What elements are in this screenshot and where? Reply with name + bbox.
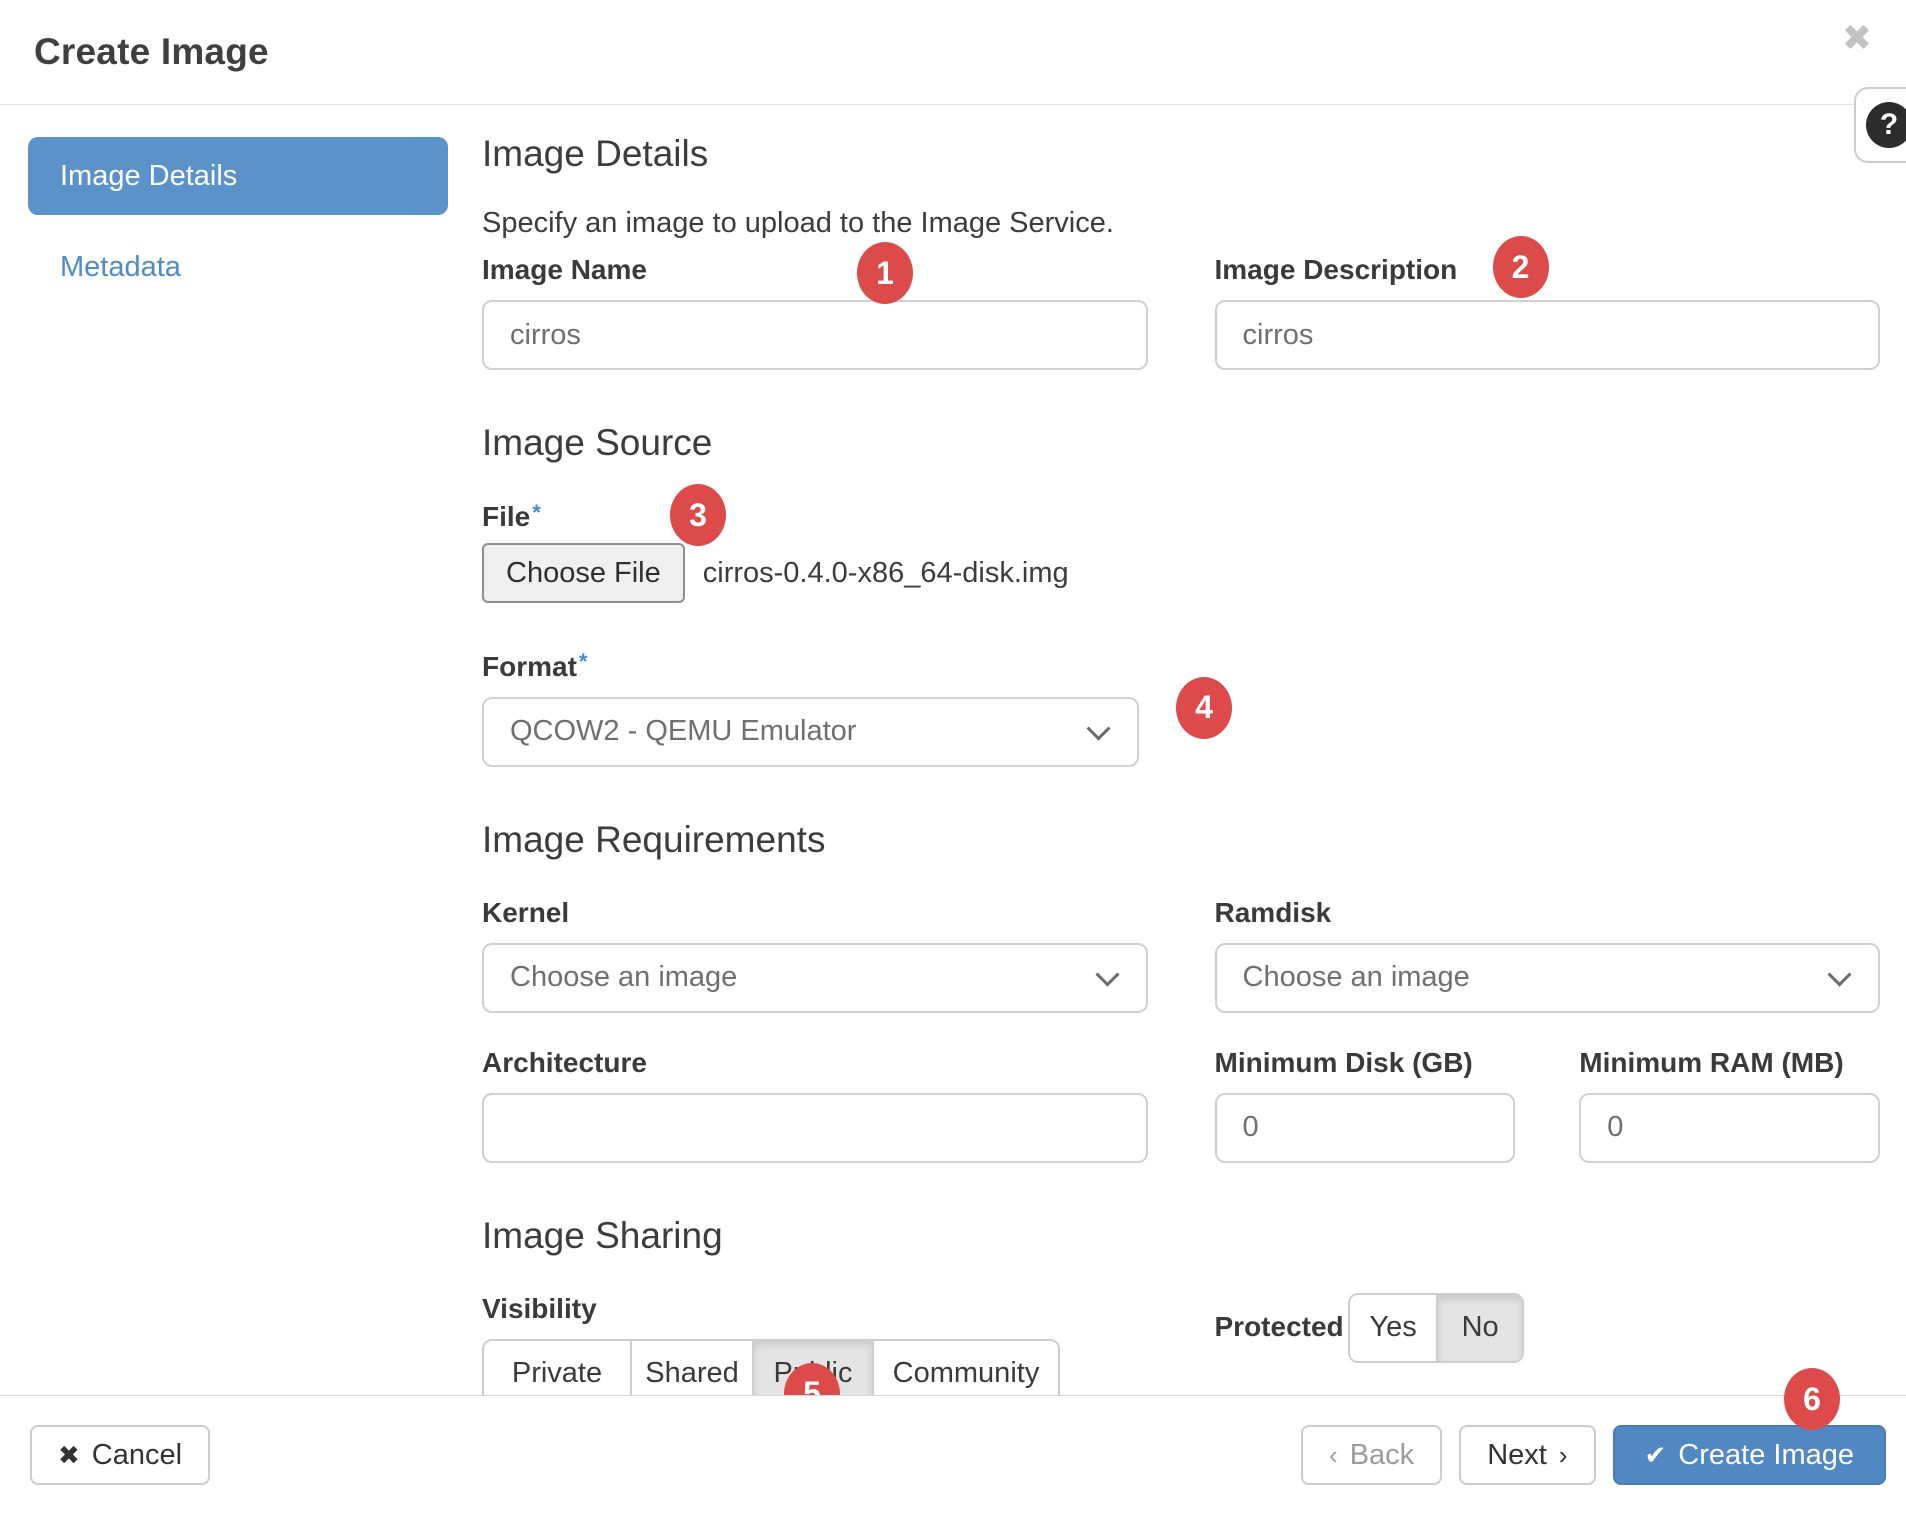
- kernel-select[interactable]: Choose an image: [482, 943, 1148, 1013]
- chevron-right-icon: ›: [1559, 1442, 1568, 1468]
- check-icon: ✔: [1645, 1442, 1667, 1468]
- architecture-field-group: Architecture: [482, 1047, 1148, 1163]
- create-image-button[interactable]: ✔ Create Image: [1613, 1425, 1887, 1485]
- file-field-group: File* 3 Choose File cirros-0.4.0-x86_64-…: [482, 500, 1880, 603]
- protected-button-group: Yes No: [1348, 1293, 1524, 1363]
- choose-file-button[interactable]: Choose File: [482, 543, 685, 603]
- protected-option-no[interactable]: No: [1436, 1295, 1522, 1361]
- help-icon: ?: [1866, 102, 1906, 148]
- min-ram-input[interactable]: [1579, 1093, 1880, 1163]
- tour-badge-1: 1: [857, 242, 913, 304]
- image-description-field-group: Image Description 2: [1215, 254, 1881, 370]
- visibility-option-shared[interactable]: Shared: [630, 1341, 752, 1395]
- required-asterisk: *: [579, 649, 588, 674]
- min-ram-label: Minimum RAM (MB): [1579, 1047, 1843, 1079]
- tour-badge-3: 3: [670, 484, 726, 546]
- tour-badge-4: 4: [1176, 677, 1232, 739]
- cancel-button[interactable]: ✖ Cancel: [30, 1425, 210, 1485]
- visibility-option-private[interactable]: Private: [484, 1341, 630, 1395]
- image-name-field-group: Image Name 1: [482, 254, 1148, 370]
- min-disk-field-group: Minimum Disk (GB): [1215, 1047, 1516, 1163]
- protected-option-yes[interactable]: Yes: [1350, 1295, 1436, 1361]
- min-disk-label: Minimum Disk (GB): [1215, 1047, 1473, 1079]
- kernel-select-value: Choose an image: [510, 961, 737, 994]
- architecture-input[interactable]: [482, 1093, 1148, 1163]
- format-label: Format: [482, 651, 577, 683]
- image-name-input[interactable]: [482, 300, 1148, 370]
- section-heading-image-details: Image Details: [482, 133, 1880, 175]
- modal-header: Create Image ✖: [0, 0, 1906, 105]
- x-icon: ✖: [58, 1442, 80, 1468]
- tour-badge-2: 2: [1493, 236, 1549, 298]
- chevron-down-icon: [1095, 962, 1119, 986]
- format-select-value: QCOW2 - QEMU Emulator: [510, 715, 856, 748]
- required-asterisk: *: [532, 500, 541, 525]
- min-disk-input[interactable]: [1215, 1093, 1516, 1163]
- ramdisk-field-group: Ramdisk Choose an image: [1215, 897, 1881, 1013]
- architecture-label: Architecture: [482, 1047, 647, 1079]
- section-subtitle: Specify an image to upload to the Image …: [482, 207, 1880, 240]
- modal-footer: 6 ✖ Cancel ‹ Back Next › ✔ Create Image: [0, 1395, 1906, 1514]
- kernel-label: Kernel: [482, 897, 569, 929]
- chevron-left-icon: ‹: [1329, 1442, 1338, 1468]
- ramdisk-select[interactable]: Choose an image: [1215, 943, 1881, 1013]
- image-name-label: Image Name: [482, 254, 647, 286]
- create-image-button-label: Create Image: [1678, 1439, 1854, 1472]
- visibility-field-group: Visibility 5 Private Shared Public Commu…: [482, 1293, 1148, 1395]
- visibility-option-community[interactable]: Community: [872, 1341, 1058, 1395]
- kernel-field-group: Kernel Choose an image: [482, 897, 1148, 1013]
- visibility-label: Visibility: [482, 1293, 597, 1325]
- help-button[interactable]: ?: [1854, 87, 1906, 163]
- create-image-modal: Create Image ✖ ? Image Details Metadata …: [0, 0, 1906, 1514]
- wizard-sidebar: Image Details Metadata: [0, 105, 482, 1395]
- sidebar-item-image-details[interactable]: Image Details: [28, 137, 448, 215]
- close-icon[interactable]: ✖: [1842, 20, 1872, 56]
- page-title: Create Image: [34, 31, 269, 73]
- section-heading-image-requirements: Image Requirements: [482, 819, 1880, 861]
- next-button-label: Next: [1487, 1439, 1547, 1472]
- tour-badge-6: 6: [1784, 1368, 1840, 1430]
- chevron-down-icon: [1086, 716, 1110, 740]
- format-select[interactable]: QCOW2 - QEMU Emulator: [482, 697, 1139, 767]
- back-button-label: Back: [1350, 1439, 1414, 1472]
- sidebar-item-metadata[interactable]: Metadata: [60, 251, 181, 284]
- image-description-label: Image Description: [1215, 254, 1458, 286]
- cancel-button-label: Cancel: [92, 1439, 182, 1472]
- ramdisk-label: Ramdisk: [1215, 897, 1332, 929]
- sidebar-item-label: Image Details: [60, 160, 237, 193]
- visibility-button-group: Private Shared Public Community: [482, 1339, 1060, 1395]
- chosen-file-name: cirros-0.4.0-x86_64-disk.img: [703, 557, 1069, 590]
- protected-field-group: Protected Yes No: [1215, 1293, 1881, 1395]
- ramdisk-select-value: Choose an image: [1243, 961, 1470, 994]
- file-label: File: [482, 501, 530, 533]
- back-button[interactable]: ‹ Back: [1301, 1425, 1442, 1485]
- section-heading-image-sharing: Image Sharing: [482, 1215, 1880, 1257]
- chevron-down-icon: [1827, 962, 1851, 986]
- protected-label: Protected: [1215, 1311, 1344, 1343]
- modal-body: Image Details Metadata Image Details Spe…: [0, 105, 1906, 1395]
- image-description-input[interactable]: [1215, 300, 1881, 370]
- min-ram-field-group: Minimum RAM (MB): [1579, 1047, 1880, 1163]
- format-field-group: Format* 4 QCOW2 - QEMU Emulator: [482, 649, 1139, 766]
- next-button[interactable]: Next ›: [1459, 1425, 1595, 1485]
- section-heading-image-source: Image Source: [482, 422, 1880, 464]
- wizard-content: Image Details Specify an image to upload…: [482, 105, 1906, 1395]
